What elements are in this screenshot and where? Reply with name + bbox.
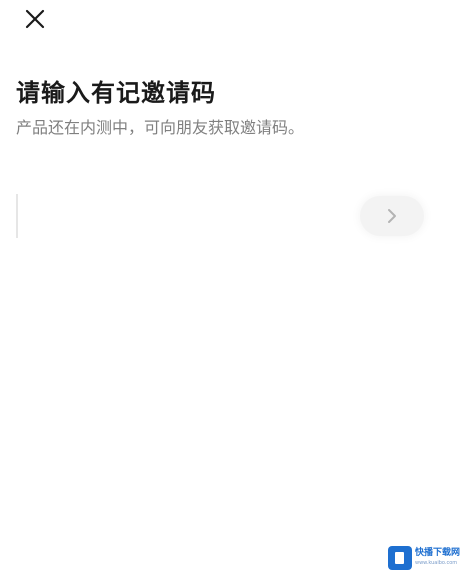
invite-code-row	[16, 194, 426, 238]
close-icon	[22, 6, 48, 32]
page-title: 请输入有记邀请码	[16, 79, 216, 107]
watermark-logo-icon	[388, 546, 412, 570]
page-subtitle: 产品还在内测中，可向朋友获取邀请码。	[16, 118, 305, 137]
watermark-main-text: 快播下载网	[415, 548, 461, 558]
watermark: 快播下载网 www.kuaibo.com	[388, 544, 464, 572]
watermark-sub-text: www.kuaibo.com	[415, 560, 458, 566]
close-button[interactable]	[22, 6, 48, 32]
watermark-text: 快播下载网 www.kuaibo.com	[415, 548, 460, 568]
invite-code-screen: 请输入有记邀请码 产品还在内测中，可向朋友获取邀请码。 快播下载网 www.ku…	[0, 0, 470, 586]
invite-code-input[interactable]	[16, 194, 346, 238]
chevron-right-icon	[385, 207, 399, 225]
next-button[interactable]	[360, 196, 424, 236]
